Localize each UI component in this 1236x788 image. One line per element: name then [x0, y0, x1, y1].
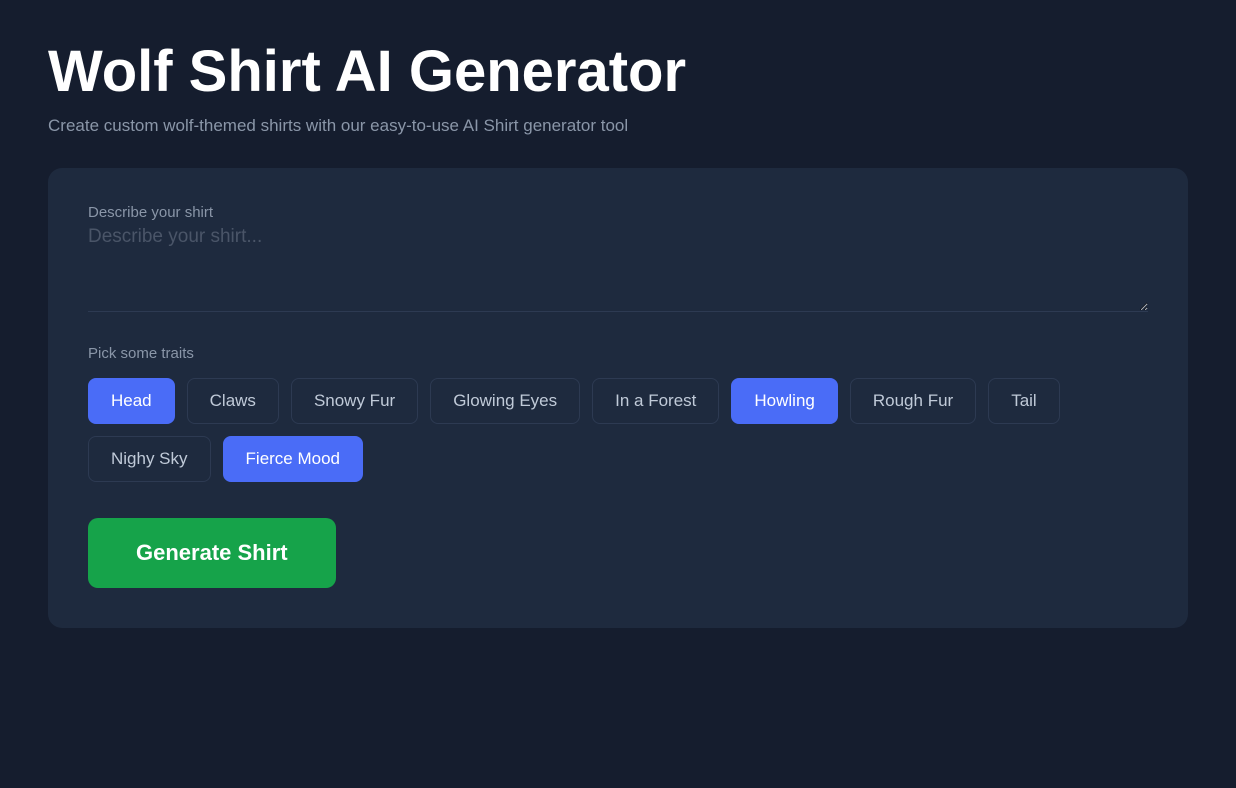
traits-container: Head Claws Snowy Fur Glowing Eyes In a Fores… — [88, 378, 1148, 482]
generate-button[interactable]: Generate Shirt — [88, 518, 336, 588]
main-card: Describe your shirt Pick some traits Hea… — [48, 168, 1188, 628]
trait-btn-snowy-fur[interactable]: Snowy Fur — [291, 378, 418, 424]
trait-btn-claws[interactable]: Claws — [187, 378, 279, 424]
description-label: Describe your shirt — [88, 204, 213, 221]
trait-btn-tail[interactable]: Tail — [988, 378, 1060, 424]
traits-label: Pick some traits — [88, 345, 1148, 362]
trait-btn-rough-fur[interactable]: Rough Fur — [850, 378, 976, 424]
description-textarea[interactable] — [88, 222, 1148, 312]
trait-btn-fierce-mood[interactable]: Fierce Mood — [223, 436, 363, 482]
trait-btn-in-a-forest[interactable]: In a Forest — [592, 378, 719, 424]
trait-btn-glowing-eyes[interactable]: Glowing Eyes — [430, 378, 580, 424]
trait-btn-howling[interactable]: Howling — [731, 378, 837, 424]
page-title: Wolf Shirt AI Generator — [48, 40, 1188, 104]
trait-btn-nighy-sky[interactable]: Nighy Sky — [88, 436, 211, 482]
page-subtitle: Create custom wolf-themed shirts with ou… — [48, 116, 1188, 136]
trait-btn-head[interactable]: Head — [88, 378, 175, 424]
